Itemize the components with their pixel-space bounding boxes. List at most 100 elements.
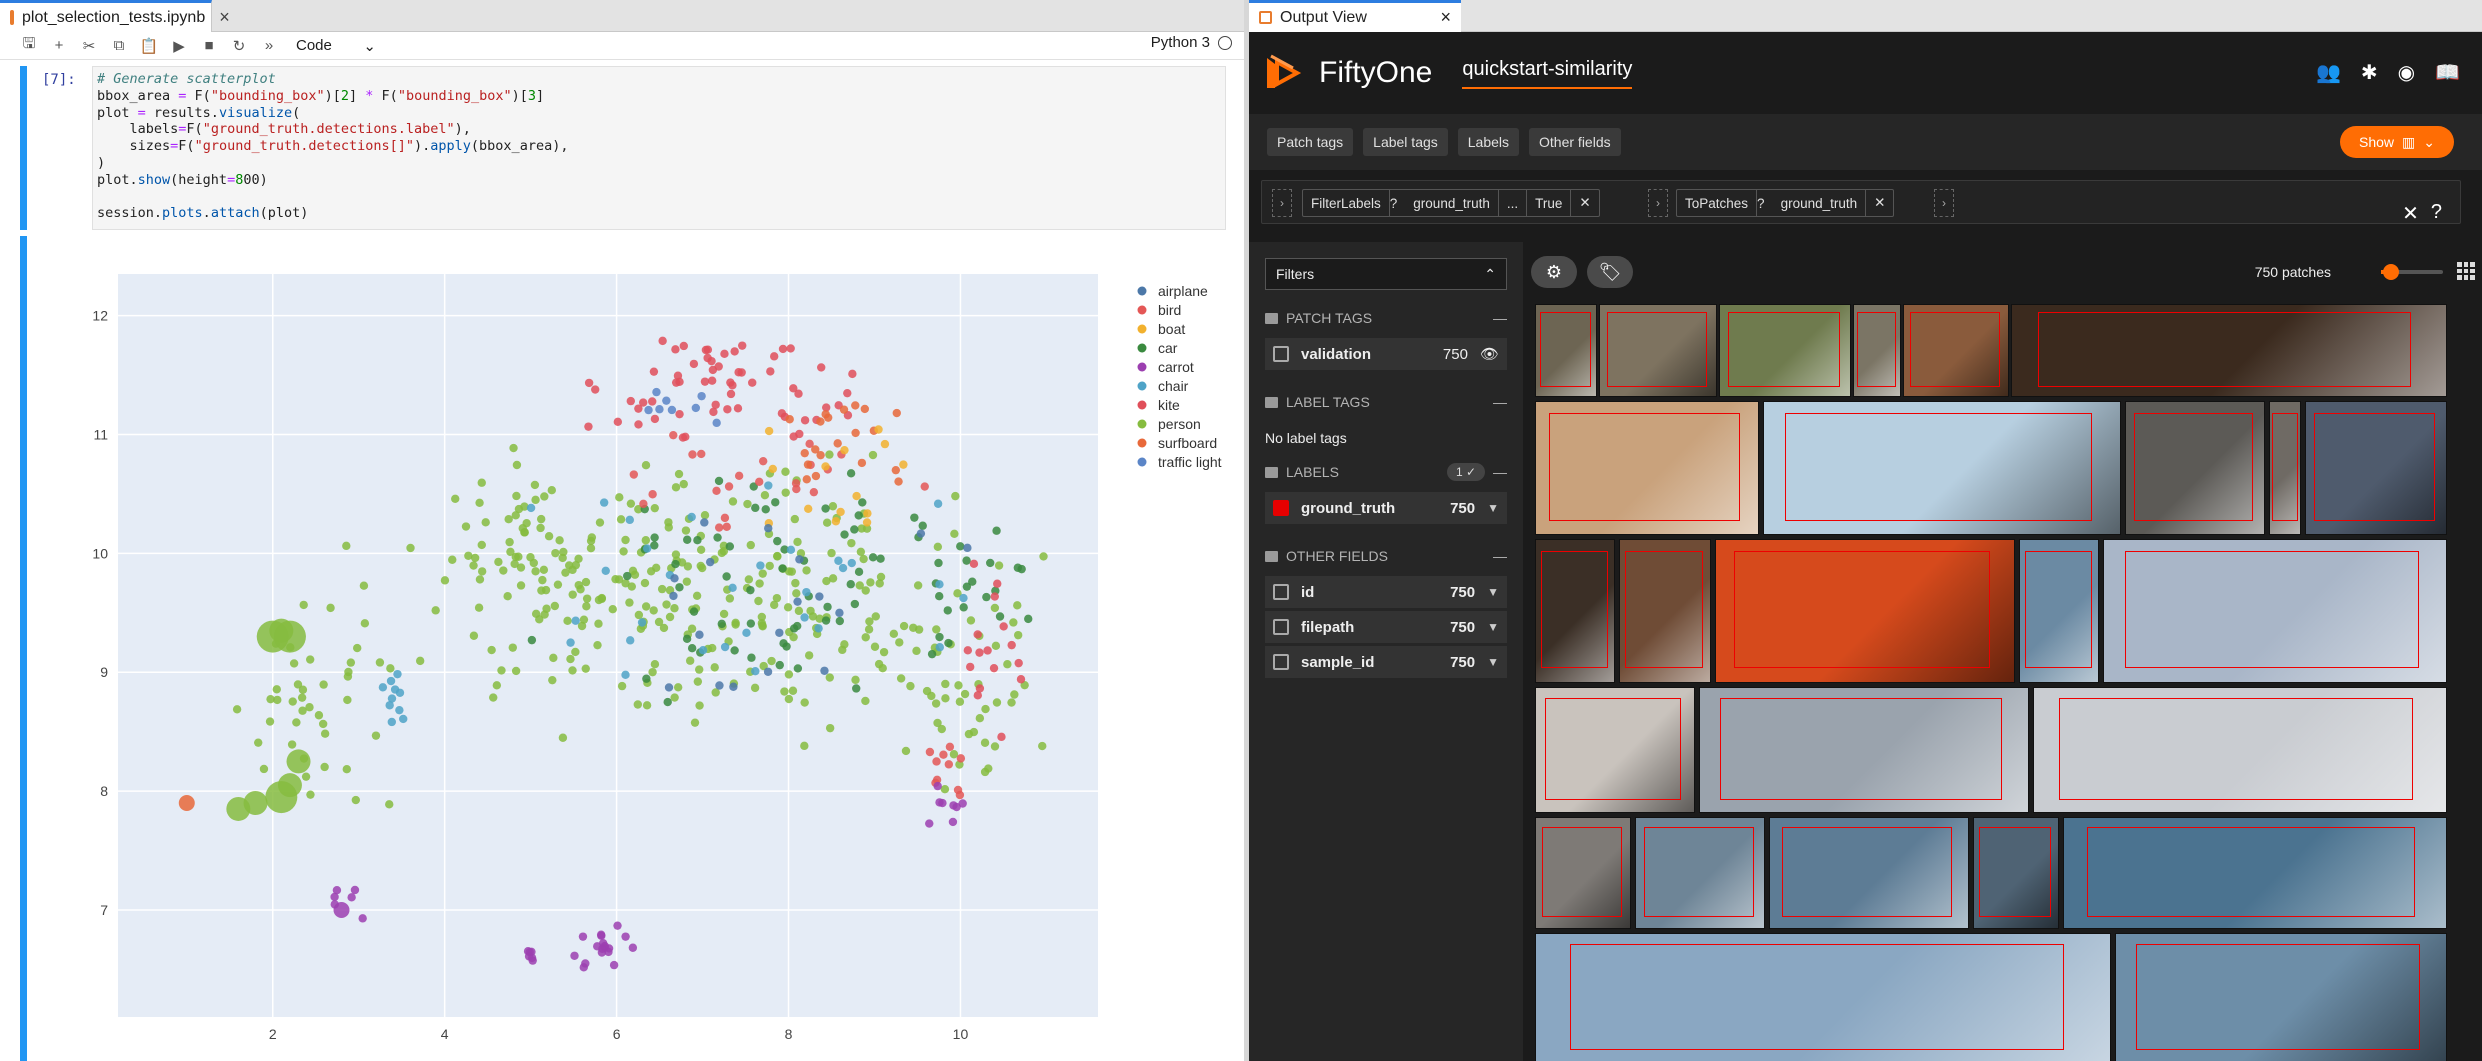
scatter-point[interactable] xyxy=(795,429,804,439)
scatter-point[interactable] xyxy=(1014,658,1023,668)
scatter-point[interactable] xyxy=(593,640,602,650)
scatter-point[interactable] xyxy=(773,552,782,561)
scatter-point[interactable] xyxy=(621,579,630,588)
scatter-point[interactable] xyxy=(765,561,774,571)
checkbox[interactable] xyxy=(1273,654,1289,670)
scatter-point[interactable] xyxy=(800,698,809,707)
patch-thumbnail[interactable] xyxy=(1535,817,1631,929)
scatter-point[interactable] xyxy=(539,565,549,575)
scatter-point[interactable] xyxy=(731,620,740,629)
scatter-point[interactable] xyxy=(963,646,973,655)
patch-thumbnail[interactable] xyxy=(1769,817,1969,929)
scatter-point[interactable] xyxy=(689,607,699,616)
scatter-point[interactable] xyxy=(821,410,830,419)
scatter-point[interactable] xyxy=(995,612,1005,621)
scatter-point[interactable] xyxy=(395,705,404,715)
stage-insert-arrow[interactable]: › xyxy=(1934,189,1954,217)
scatter-point[interactable] xyxy=(393,669,402,679)
scatter-point[interactable] xyxy=(360,619,370,628)
scatter-point[interactable] xyxy=(838,563,848,573)
remove-stage-icon[interactable]: ✕ xyxy=(1866,190,1893,216)
scatter-point[interactable] xyxy=(288,697,297,706)
scatter-point[interactable] xyxy=(1039,552,1048,561)
scatter-point[interactable] xyxy=(717,619,726,629)
scatter-point[interactable] xyxy=(634,610,644,620)
scatter-point[interactable] xyxy=(825,450,834,459)
scatter-point[interactable] xyxy=(781,467,790,476)
scatter-point[interactable] xyxy=(825,723,835,733)
scatter-point[interactable] xyxy=(621,670,630,680)
scatter-point[interactable] xyxy=(541,585,551,595)
show-button[interactable]: Show ▥ ⌄ xyxy=(2340,126,2454,158)
scatter-point[interactable] xyxy=(852,684,861,693)
scatter-point[interactable] xyxy=(769,352,779,361)
scatter-point[interactable] xyxy=(1024,614,1033,624)
stage-filterlabels[interactable]: FilterLabels ? ground_truth ... True ✕ xyxy=(1302,189,1600,217)
scatter-point[interactable] xyxy=(880,439,890,449)
filters-dropdown[interactable]: Filters ⌃ xyxy=(1265,258,1507,290)
scatter-point[interactable] xyxy=(959,593,968,603)
nav-labels-button[interactable]: Labels xyxy=(1457,128,1520,156)
scatter-point[interactable] xyxy=(299,600,308,610)
scatter-point[interactable] xyxy=(891,465,901,475)
scatter-point[interactable] xyxy=(913,581,923,590)
scatter-point[interactable] xyxy=(743,499,752,509)
scatter-point[interactable] xyxy=(593,942,602,951)
scatter-point[interactable] xyxy=(960,689,970,699)
checkbox[interactable] xyxy=(1273,619,1289,635)
scatter-point[interactable] xyxy=(738,341,747,350)
scatter-point[interactable] xyxy=(848,369,857,379)
scatter-point[interactable] xyxy=(650,541,659,550)
scatter-point[interactable] xyxy=(477,540,486,550)
scatter-point[interactable] xyxy=(630,570,640,579)
scatter-point[interactable] xyxy=(835,616,845,626)
scatter-point[interactable] xyxy=(685,656,695,665)
scatter-point[interactable] xyxy=(720,513,730,523)
scatter-point[interactable] xyxy=(386,676,396,686)
scatter-point[interactable] xyxy=(342,541,351,551)
scatter-point[interactable] xyxy=(800,416,810,425)
scatter-point[interactable] xyxy=(761,505,770,514)
scatter-point[interactable] xyxy=(795,555,804,564)
scatter-point[interactable] xyxy=(833,439,842,448)
scatter-point[interactable] xyxy=(633,700,643,709)
scatter-point[interactable] xyxy=(679,479,688,489)
scatter-point[interactable] xyxy=(695,630,704,639)
scatter-point[interactable] xyxy=(754,596,763,606)
scatter-point[interactable] xyxy=(522,518,531,528)
scatter-point[interactable] xyxy=(681,432,690,441)
scatter-point[interactable] xyxy=(788,686,798,695)
scatter-point[interactable] xyxy=(663,697,672,707)
scatter-point[interactable] xyxy=(1007,698,1016,707)
scatter-point[interactable] xyxy=(816,417,825,426)
scatter-point[interactable] xyxy=(879,647,889,657)
scatter-point[interactable] xyxy=(784,694,794,704)
scatter-point[interactable] xyxy=(576,585,585,594)
scatter-point[interactable] xyxy=(619,547,628,556)
scatter-point[interactable] xyxy=(655,405,664,414)
scatter-point[interactable] xyxy=(990,592,999,601)
scatter-point[interactable] xyxy=(722,522,731,532)
scatter-point[interactable] xyxy=(792,484,801,494)
scatter-point[interactable] xyxy=(675,409,684,419)
scatter-point[interactable] xyxy=(932,757,941,766)
scatter-point[interactable] xyxy=(531,495,540,505)
scatter-point[interactable] xyxy=(775,660,784,670)
scatter-point[interactable] xyxy=(662,600,671,609)
legend-entry[interactable]: surfboard xyxy=(1158,435,1217,451)
other-fields-header[interactable]: OTHER FIELDS — xyxy=(1265,544,1507,568)
validation-row[interactable]: validation 750 👁 xyxy=(1265,338,1507,370)
scatter-point[interactable] xyxy=(939,750,948,759)
patch-thumbnail[interactable] xyxy=(1715,539,2015,683)
legend-entry[interactable]: person xyxy=(1158,416,1201,432)
scatter-point[interactable] xyxy=(503,591,512,601)
scatter-point[interactable] xyxy=(536,514,546,524)
fast-forward-icon[interactable]: » xyxy=(254,37,284,54)
scatter-point[interactable] xyxy=(615,493,624,502)
kernel-indicator[interactable]: Python 3 xyxy=(1151,34,1232,51)
scatter-point[interactable] xyxy=(297,693,307,702)
scatter-point[interactable] xyxy=(621,932,630,941)
scatter-point[interactable] xyxy=(771,498,780,507)
scatter-point[interactable] xyxy=(710,663,719,672)
scatter-point[interactable] xyxy=(475,498,484,507)
